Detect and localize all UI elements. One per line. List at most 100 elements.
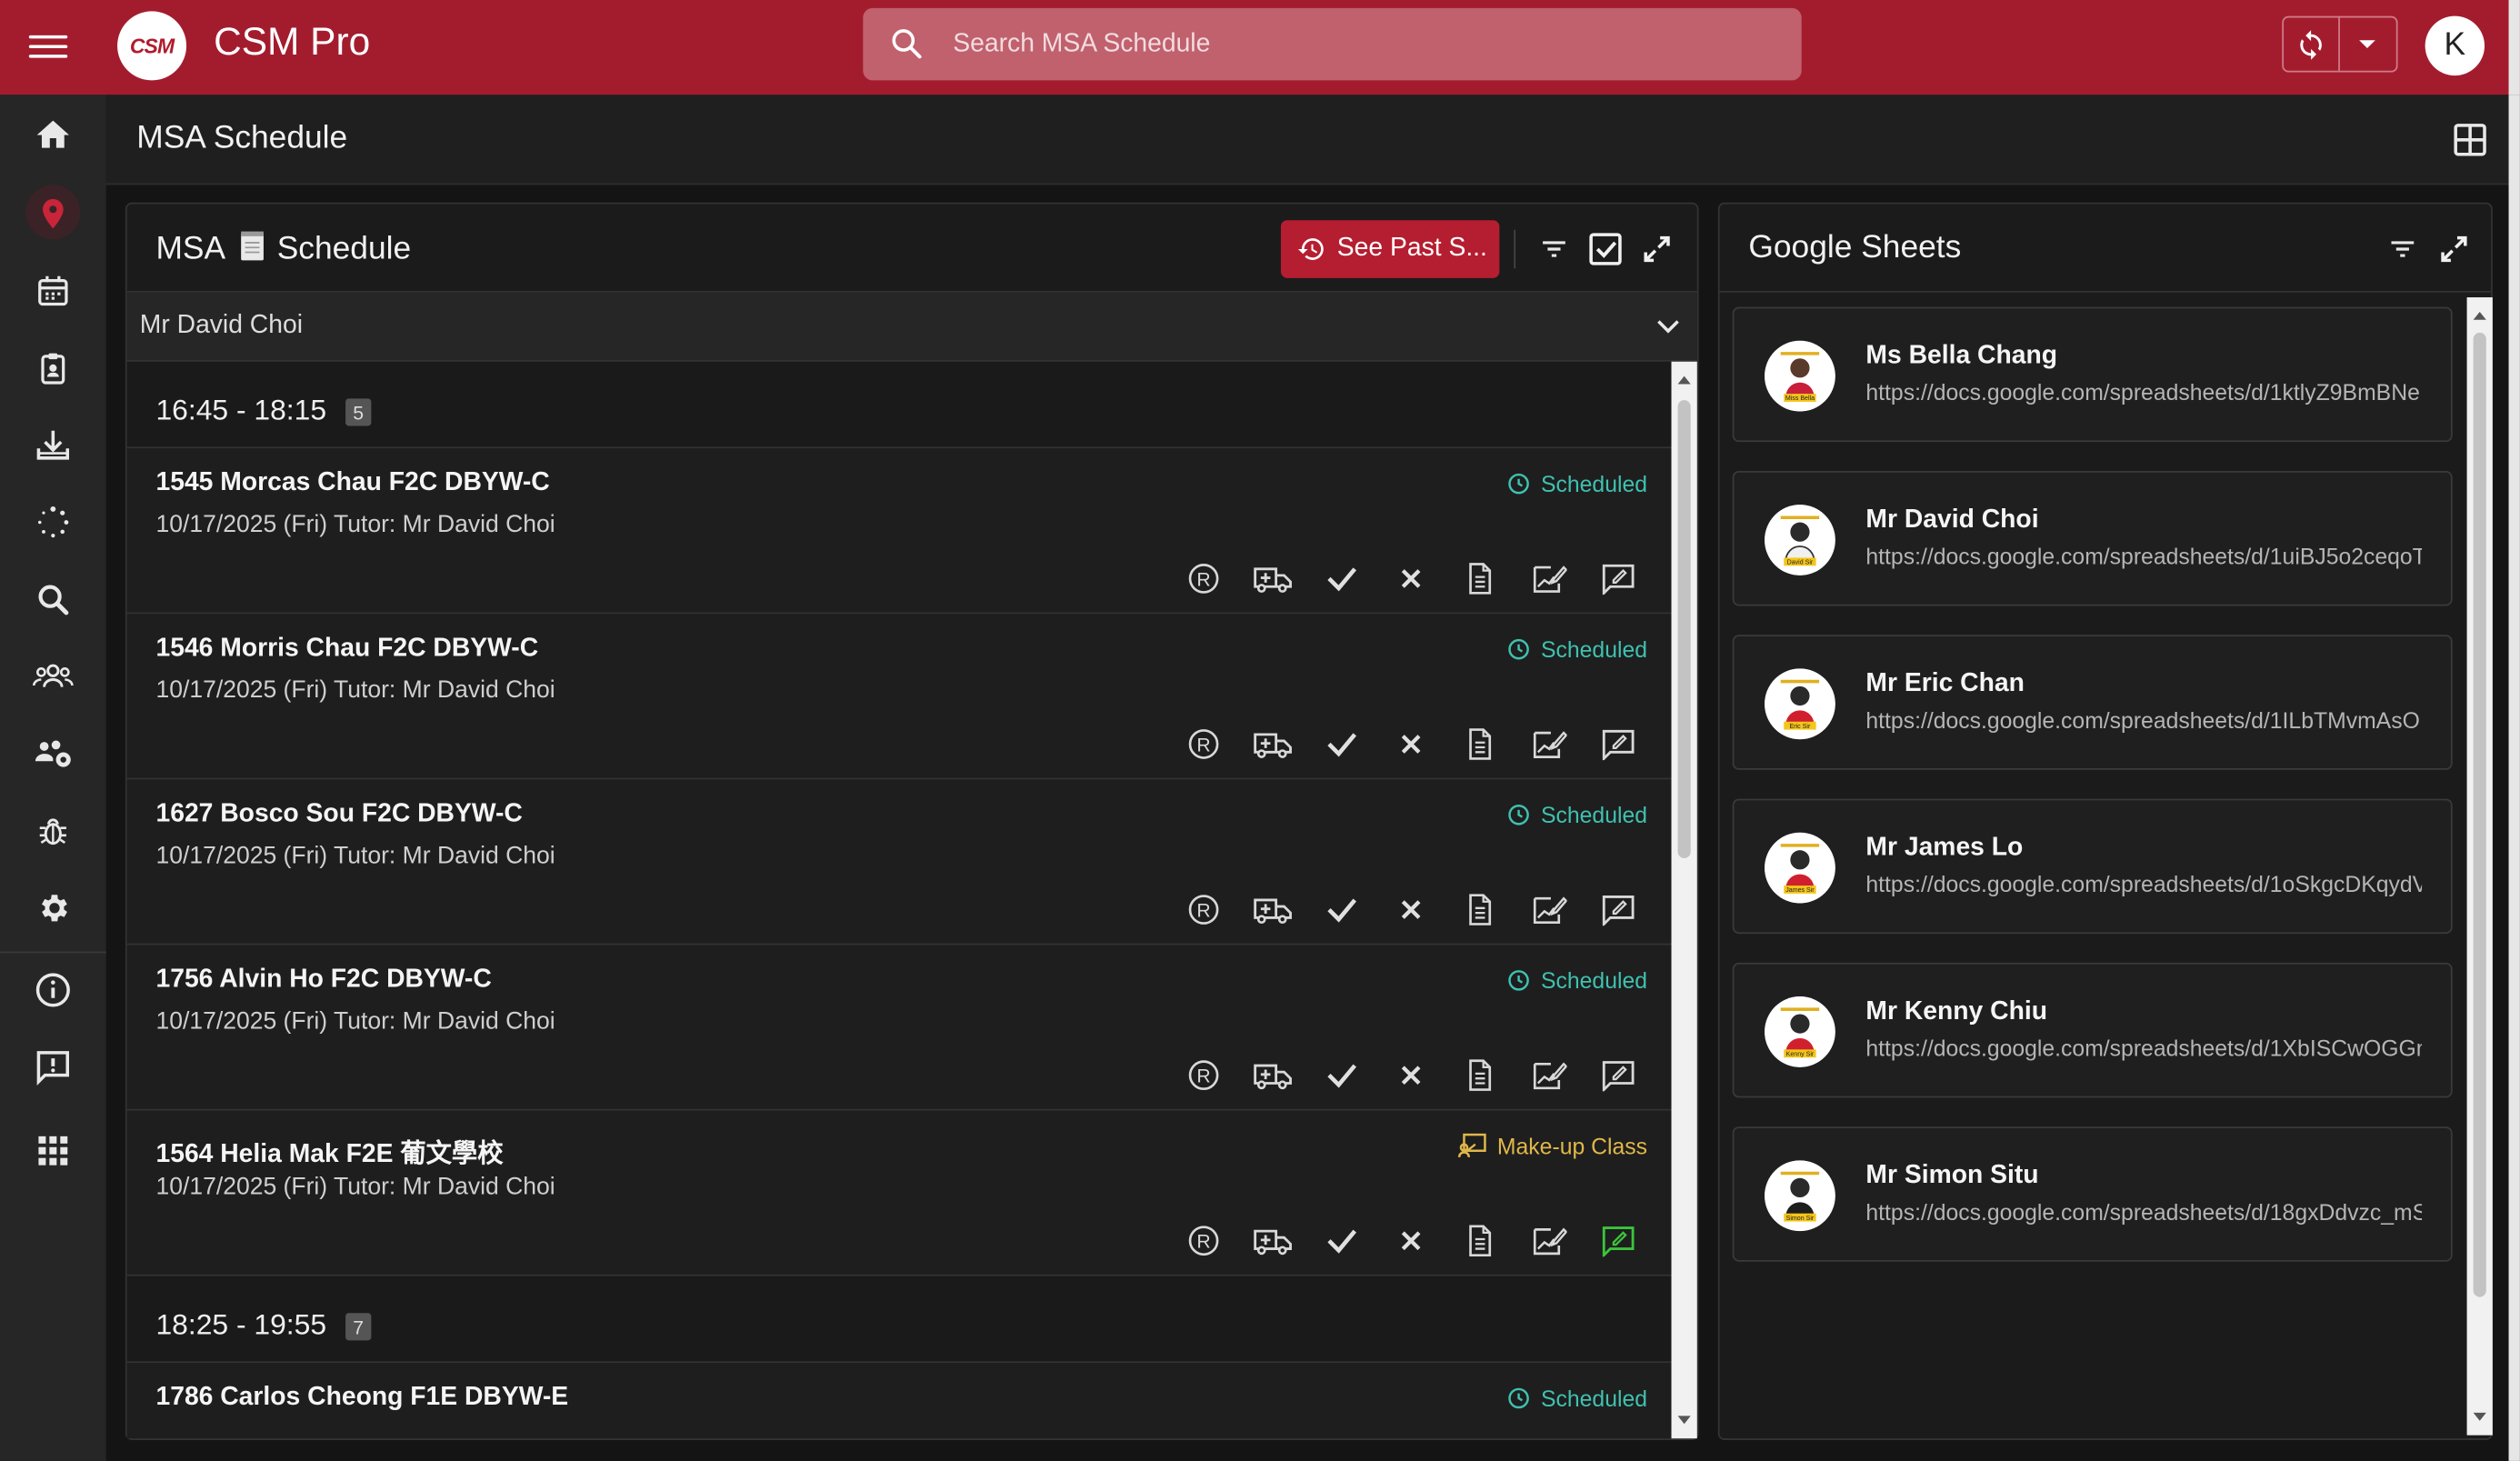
page-scrollbar[interactable] <box>2508 95 2520 1461</box>
sheet-tutor-name: Ms Bella Chang <box>1865 342 2058 370</box>
feedback-button[interactable] <box>1583 557 1652 599</box>
sidebar-item-calendar[interactable] <box>0 254 106 327</box>
sheets-filter-button[interactable] <box>2382 228 2424 270</box>
mark-attended-button[interactable] <box>1306 1055 1375 1096</box>
sick-leave-button[interactable] <box>1237 1055 1306 1096</box>
sidebar-item-feedback[interactable] <box>0 1030 106 1104</box>
sheet-item[interactable]: Simon Sir Mr Simon Situ https://docs.goo… <box>1732 1126 2453 1262</box>
search-bar[interactable] <box>863 7 1802 81</box>
tutor-select[interactable]: Mr David Choi <box>126 292 1697 362</box>
notes-button[interactable] <box>1445 557 1514 599</box>
feedback-button[interactable] <box>1583 1055 1652 1096</box>
sheet-tutor-name: Mr David Choi <box>1865 505 2039 534</box>
edit-chart-icon <box>1533 896 1566 925</box>
sheet-url: https://docs.google.com/spreadsheets/d/1… <box>1865 1198 2423 1226</box>
sidebar-item-location[interactable] <box>0 176 106 250</box>
mark-absent-button[interactable] <box>1375 889 1445 931</box>
search-input[interactable] <box>953 7 1757 81</box>
notes-button[interactable] <box>1445 1220 1514 1262</box>
sheet-item[interactable]: Kenny Sir Mr Kenny Chiu https://docs.goo… <box>1732 962 2453 1098</box>
sheets-scrollbar[interactable] <box>2466 297 2493 1436</box>
feedback-button-active[interactable] <box>1583 1220 1652 1262</box>
lesson-card[interactable]: 1546 Morris Chau F2C DBYW-C 10/17/2025 (… <box>126 614 1672 780</box>
user-avatar[interactable]: K <box>2425 15 2485 76</box>
register-button[interactable]: R <box>1168 1055 1237 1096</box>
sidebar-item-search[interactable] <box>0 563 106 636</box>
register-button[interactable]: R <box>1168 557 1237 599</box>
registered-icon: R <box>1187 895 1218 925</box>
schedule-scrollbar[interactable] <box>1671 361 1697 1439</box>
report-button[interactable] <box>1514 557 1583 599</box>
sick-leave-button[interactable] <box>1237 724 1306 766</box>
lesson-card[interactable]: 1564 Helia Mak F2E 葡文學校 10/17/2025 (Fri)… <box>126 1110 1672 1276</box>
sidebar-item-settings[interactable] <box>0 871 106 945</box>
sync-button[interactable] <box>2284 17 2340 71</box>
report-button[interactable] <box>1514 889 1583 931</box>
mark-absent-button[interactable] <box>1375 557 1445 599</box>
mark-attended-button[interactable] <box>1306 724 1375 766</box>
lesson-card[interactable]: 1756 Alvin Ho F2C DBYW-C 10/17/2025 (Fri… <box>126 945 1672 1111</box>
clock-icon <box>1507 804 1529 826</box>
sick-leave-button[interactable] <box>1237 889 1306 931</box>
notes-button[interactable] <box>1445 889 1514 931</box>
sheet-item[interactable]: David Sir Mr David Choi https://docs.goo… <box>1732 470 2453 606</box>
mark-attended-button[interactable] <box>1306 889 1375 931</box>
sidebar-item-about[interactable] <box>0 953 106 1026</box>
sidebar-item-home[interactable] <box>0 98 106 172</box>
registered-icon: R <box>1187 1060 1218 1091</box>
time-slot-header: 18:25 - 19:55 7 <box>126 1276 1672 1364</box>
sheet-item[interactable]: Eric Sir Mr Eric Chan https://docs.googl… <box>1732 635 2453 770</box>
lesson-card[interactable]: 1786 Carlos Cheong F1E DBYW-E Scheduled <box>126 1363 1672 1439</box>
feedback-button[interactable] <box>1583 889 1652 931</box>
lesson-card[interactable]: 1627 Bosco Sou F2C DBYW-C 10/17/2025 (Fr… <box>126 779 1672 946</box>
sidebar-item-debug[interactable] <box>0 794 106 867</box>
mark-absent-button[interactable] <box>1375 724 1445 766</box>
notes-button[interactable] <box>1445 1055 1514 1096</box>
mark-attended-button[interactable] <box>1306 1220 1375 1262</box>
svg-text:R: R <box>1196 1066 1210 1087</box>
schedule-scrollbar-thumb[interactable] <box>1677 400 1691 859</box>
slot-count-badge: 5 <box>345 398 372 426</box>
sheets-expand-button[interactable] <box>2433 228 2475 270</box>
clock-icon <box>1507 638 1529 660</box>
report-button[interactable] <box>1514 1055 1583 1096</box>
sheet-tutor-name: Mr Kenny Chiu <box>1865 997 2047 1026</box>
sick-leave-button[interactable] <box>1237 557 1306 599</box>
menu-icon[interactable] <box>28 31 68 63</box>
sidebar-item-clipboard[interactable] <box>0 331 106 405</box>
select-all-checkbox[interactable] <box>1585 228 1626 270</box>
feedback-button[interactable] <box>1583 724 1652 766</box>
report-button[interactable] <box>1514 1220 1583 1262</box>
apps-grid-icon <box>38 1136 68 1166</box>
close-icon <box>1400 569 1420 588</box>
feedback-icon <box>36 1051 70 1086</box>
notes-button[interactable] <box>1445 724 1514 766</box>
sheet-tutor-name: Mr Simon Situ <box>1865 1162 2039 1190</box>
toolbar-divider <box>1514 229 1516 269</box>
sick-leave-button[interactable] <box>1237 1220 1306 1262</box>
schedule-expand-button[interactable] <box>1636 228 1678 270</box>
mark-absent-button[interactable] <box>1375 1055 1445 1096</box>
register-button[interactable]: R <box>1168 724 1237 766</box>
mark-absent-button[interactable] <box>1375 1220 1445 1262</box>
register-button[interactable]: R <box>1168 1220 1237 1262</box>
svg-text:James Sir: James Sir <box>1785 887 1815 894</box>
report-button[interactable] <box>1514 724 1583 766</box>
schedule-filter-button[interactable] <box>1533 228 1575 270</box>
sheets-scrollbar-thumb[interactable] <box>2473 332 2486 1297</box>
clipboard-user-icon <box>41 353 65 385</box>
sidebar-item-group-settings[interactable] <box>0 716 106 790</box>
lesson-card[interactable]: 1545 Morcas Chau F2C DBYW-C 10/17/2025 (… <box>126 448 1672 615</box>
sidebar-item-apps[interactable] <box>0 1114 106 1187</box>
sidebar-item-inbox[interactable] <box>0 408 106 482</box>
register-button[interactable]: R <box>1168 889 1237 931</box>
sidebar-item-loading[interactable] <box>0 485 106 559</box>
mark-attended-button[interactable] <box>1306 557 1375 599</box>
see-past-schedule-button[interactable]: See Past S... <box>1280 220 1500 278</box>
sheet-item[interactable]: Miss Bella Ms Bella Chang https://docs.g… <box>1732 306 2453 443</box>
lesson-actions: R <box>1168 724 1652 766</box>
sheet-item[interactable]: James Sir Mr James Lo https://docs.googl… <box>1732 798 2453 935</box>
sync-menu-button[interactable] <box>2339 17 2396 70</box>
layout-grid-button[interactable] <box>2453 122 2488 157</box>
sidebar-item-students[interactable] <box>0 640 106 714</box>
